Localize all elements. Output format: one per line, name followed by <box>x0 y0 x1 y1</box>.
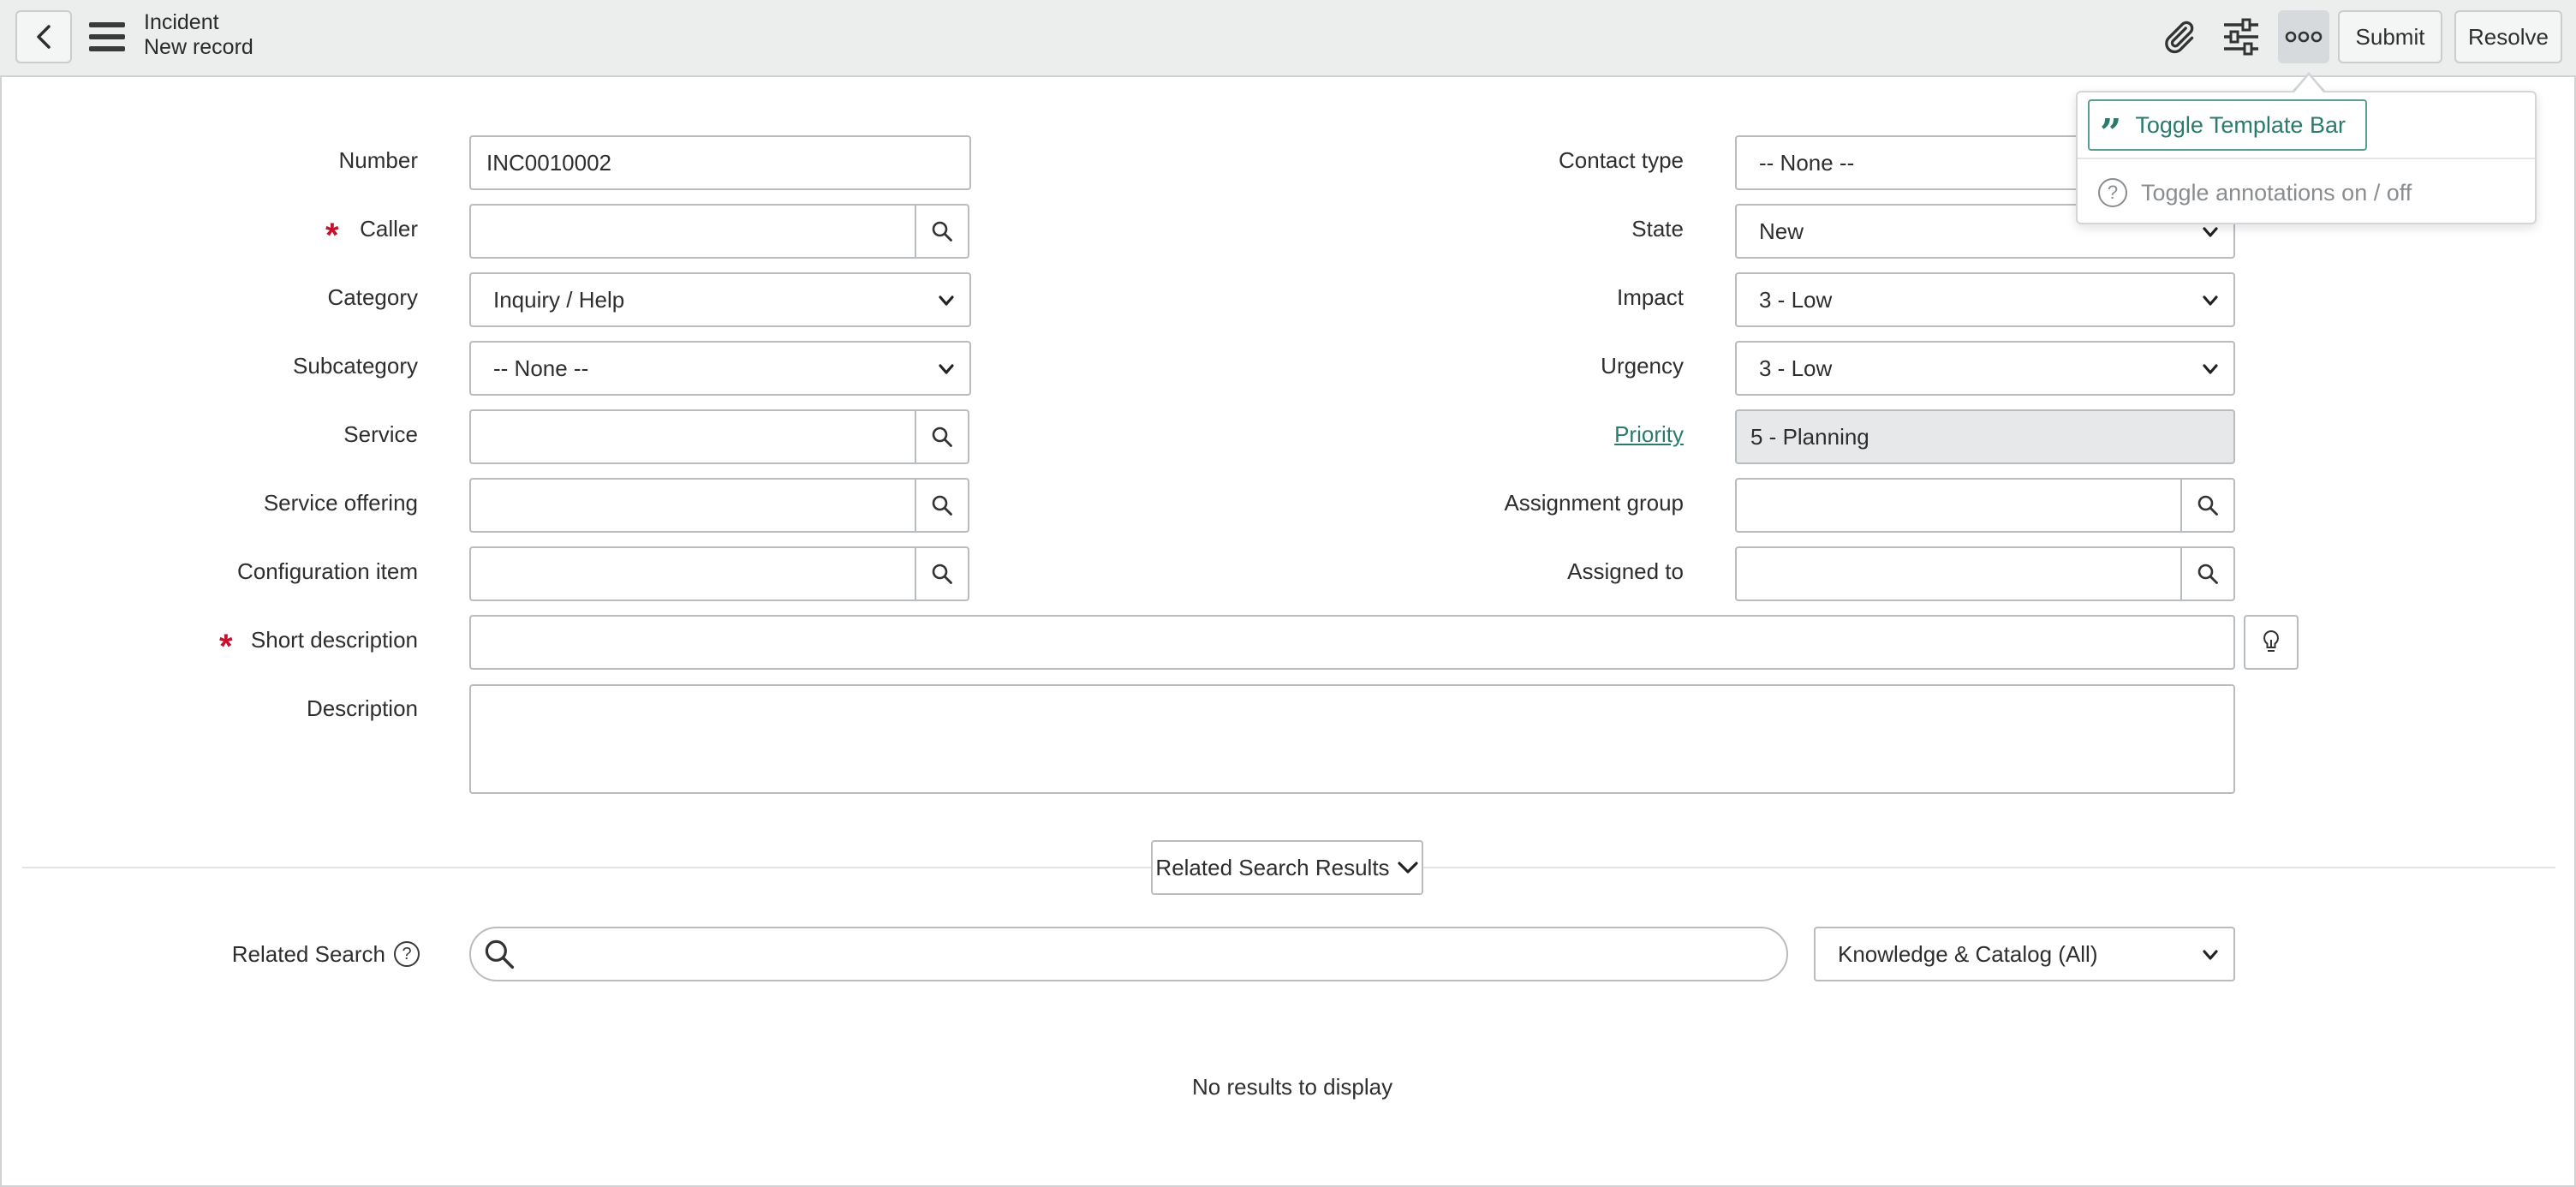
category-value: Inquiry / Help <box>493 286 625 313</box>
service-offering-label: Service offering <box>263 490 418 516</box>
chevron-down-icon <box>2203 364 2218 374</box>
more-dots-icon <box>2285 31 2323 43</box>
quote-icon: ” <box>2100 111 2122 155</box>
subcategory-label: Subcategory <box>293 353 418 379</box>
assigned-to-label: Assigned to <box>1567 558 1684 584</box>
related-search-results-label: Related Search Results <box>1155 854 1390 880</box>
priority-link[interactable]: Priority <box>1614 421 1684 448</box>
chevron-down-icon <box>2203 227 2218 237</box>
state-label: State <box>1631 216 1684 242</box>
caller-field[interactable] <box>469 204 916 259</box>
service-offering-field[interactable] <box>469 478 916 533</box>
resolve-button[interactable]: Resolve <box>2454 10 2562 63</box>
suggestion-button[interactable] <box>2244 615 2299 670</box>
service-label: Service <box>343 421 418 447</box>
required-indicator: * <box>325 217 339 254</box>
short-description-label: Short description <box>250 627 418 653</box>
paperclip-icon <box>2165 21 2194 54</box>
chevron-down-icon <box>2203 295 2218 306</box>
contact-type-value: -- None -- <box>1759 149 1855 176</box>
search-icon <box>2197 564 2218 584</box>
category-select[interactable]: Inquiry / Help <box>469 272 971 327</box>
service-lookup-button[interactable] <box>915 409 969 464</box>
help-icon[interactable]: ? <box>394 941 420 967</box>
search-icon <box>932 564 952 584</box>
number-field[interactable]: INC0010002 <box>469 135 971 190</box>
search-scope-select[interactable]: Knowledge & Catalog (All) <box>1814 927 2235 981</box>
urgency-label: Urgency <box>1601 353 1684 379</box>
related-search-input[interactable] <box>469 927 1788 981</box>
more-options-menu: ” Toggle Template Bar ? Toggle annotatio… <box>2076 91 2537 224</box>
required-indicator: * <box>219 628 233 665</box>
hamburger-menu-icon[interactable] <box>89 22 125 51</box>
sliders-icon <box>2224 18 2258 56</box>
assigned-to-lookup-button[interactable] <box>2180 546 2235 601</box>
state-value: New <box>1759 218 1804 244</box>
impact-label: Impact <box>1616 284 1684 310</box>
toggle-annotations-label: Toggle annotations on / off <box>2141 179 2412 206</box>
back-button[interactable] <box>15 10 72 63</box>
configuration-item-lookup-button[interactable] <box>915 546 969 601</box>
description-textarea[interactable] <box>469 684 2235 794</box>
personalize-form-button[interactable] <box>2220 15 2263 58</box>
search-icon <box>932 426 952 447</box>
subcategory-value: -- None -- <box>493 355 589 381</box>
record-type-title: Incident <box>144 10 219 34</box>
toggle-template-bar-item[interactable]: ” Toggle Template Bar <box>2088 99 2367 155</box>
search-scope-value: Knowledge & Catalog (All) <box>1838 940 2098 967</box>
configuration-item-field[interactable] <box>469 546 916 601</box>
attachment-button[interactable] <box>2157 15 2200 58</box>
search-icon <box>932 221 952 242</box>
assignment-group-label: Assignment group <box>1504 490 1684 516</box>
assignment-group-field[interactable] <box>1735 478 2182 533</box>
search-icon <box>932 495 952 516</box>
toggle-annotations-item[interactable]: ? Toggle annotations on / off <box>2098 173 2412 212</box>
assigned-to-field[interactable] <box>1735 546 2182 601</box>
urgency-value: 3 - Low <box>1759 355 1833 381</box>
more-options-button[interactable] <box>2278 10 2329 63</box>
short-description-field[interactable] <box>469 615 2235 670</box>
number-label: Number <box>338 147 418 173</box>
lightbulb-icon <box>2263 629 2279 652</box>
form-header: Incident New record Submit Resolve <box>0 0 2576 77</box>
impact-select[interactable]: 3 - Low <box>1735 272 2235 327</box>
no-results-message: No results to display <box>1192 1074 1393 1100</box>
caller-label: Caller <box>360 216 418 242</box>
record-subtitle: New record <box>144 35 253 59</box>
assignment-group-lookup-button[interactable] <box>2180 478 2235 533</box>
category-label: Category <box>327 284 419 310</box>
related-search-results-button[interactable]: Related Search Results <box>1151 840 1423 895</box>
toggle-template-bar-label: Toggle Template Bar <box>2135 111 2346 138</box>
urgency-select[interactable]: 3 - Low <box>1735 341 2235 396</box>
related-search-label: Related Search <box>231 941 385 967</box>
service-offering-lookup-button[interactable] <box>915 478 969 533</box>
submit-button[interactable]: Submit <box>2338 10 2442 63</box>
chevron-down-icon <box>939 364 954 374</box>
service-field[interactable] <box>469 409 916 464</box>
configuration-item-label: Configuration item <box>237 558 418 584</box>
menu-divider <box>2078 158 2535 159</box>
popup-pointer-fill <box>2294 75 2323 92</box>
subcategory-select[interactable]: -- None -- <box>469 341 971 396</box>
chevron-down-icon <box>1397 862 1418 874</box>
priority-field: 5 - Planning <box>1735 409 2235 464</box>
impact-value: 3 - Low <box>1759 286 1833 313</box>
description-label: Description <box>306 695 418 721</box>
caller-lookup-button[interactable] <box>915 204 969 259</box>
search-icon <box>2197 495 2218 516</box>
question-circle-icon: ? <box>2098 178 2127 207</box>
chevron-left-icon <box>37 25 51 49</box>
search-icon <box>485 939 515 969</box>
chevron-down-icon <box>939 295 954 306</box>
contact-type-label: Contact type <box>1559 147 1684 173</box>
chevron-down-icon <box>2203 950 2218 960</box>
